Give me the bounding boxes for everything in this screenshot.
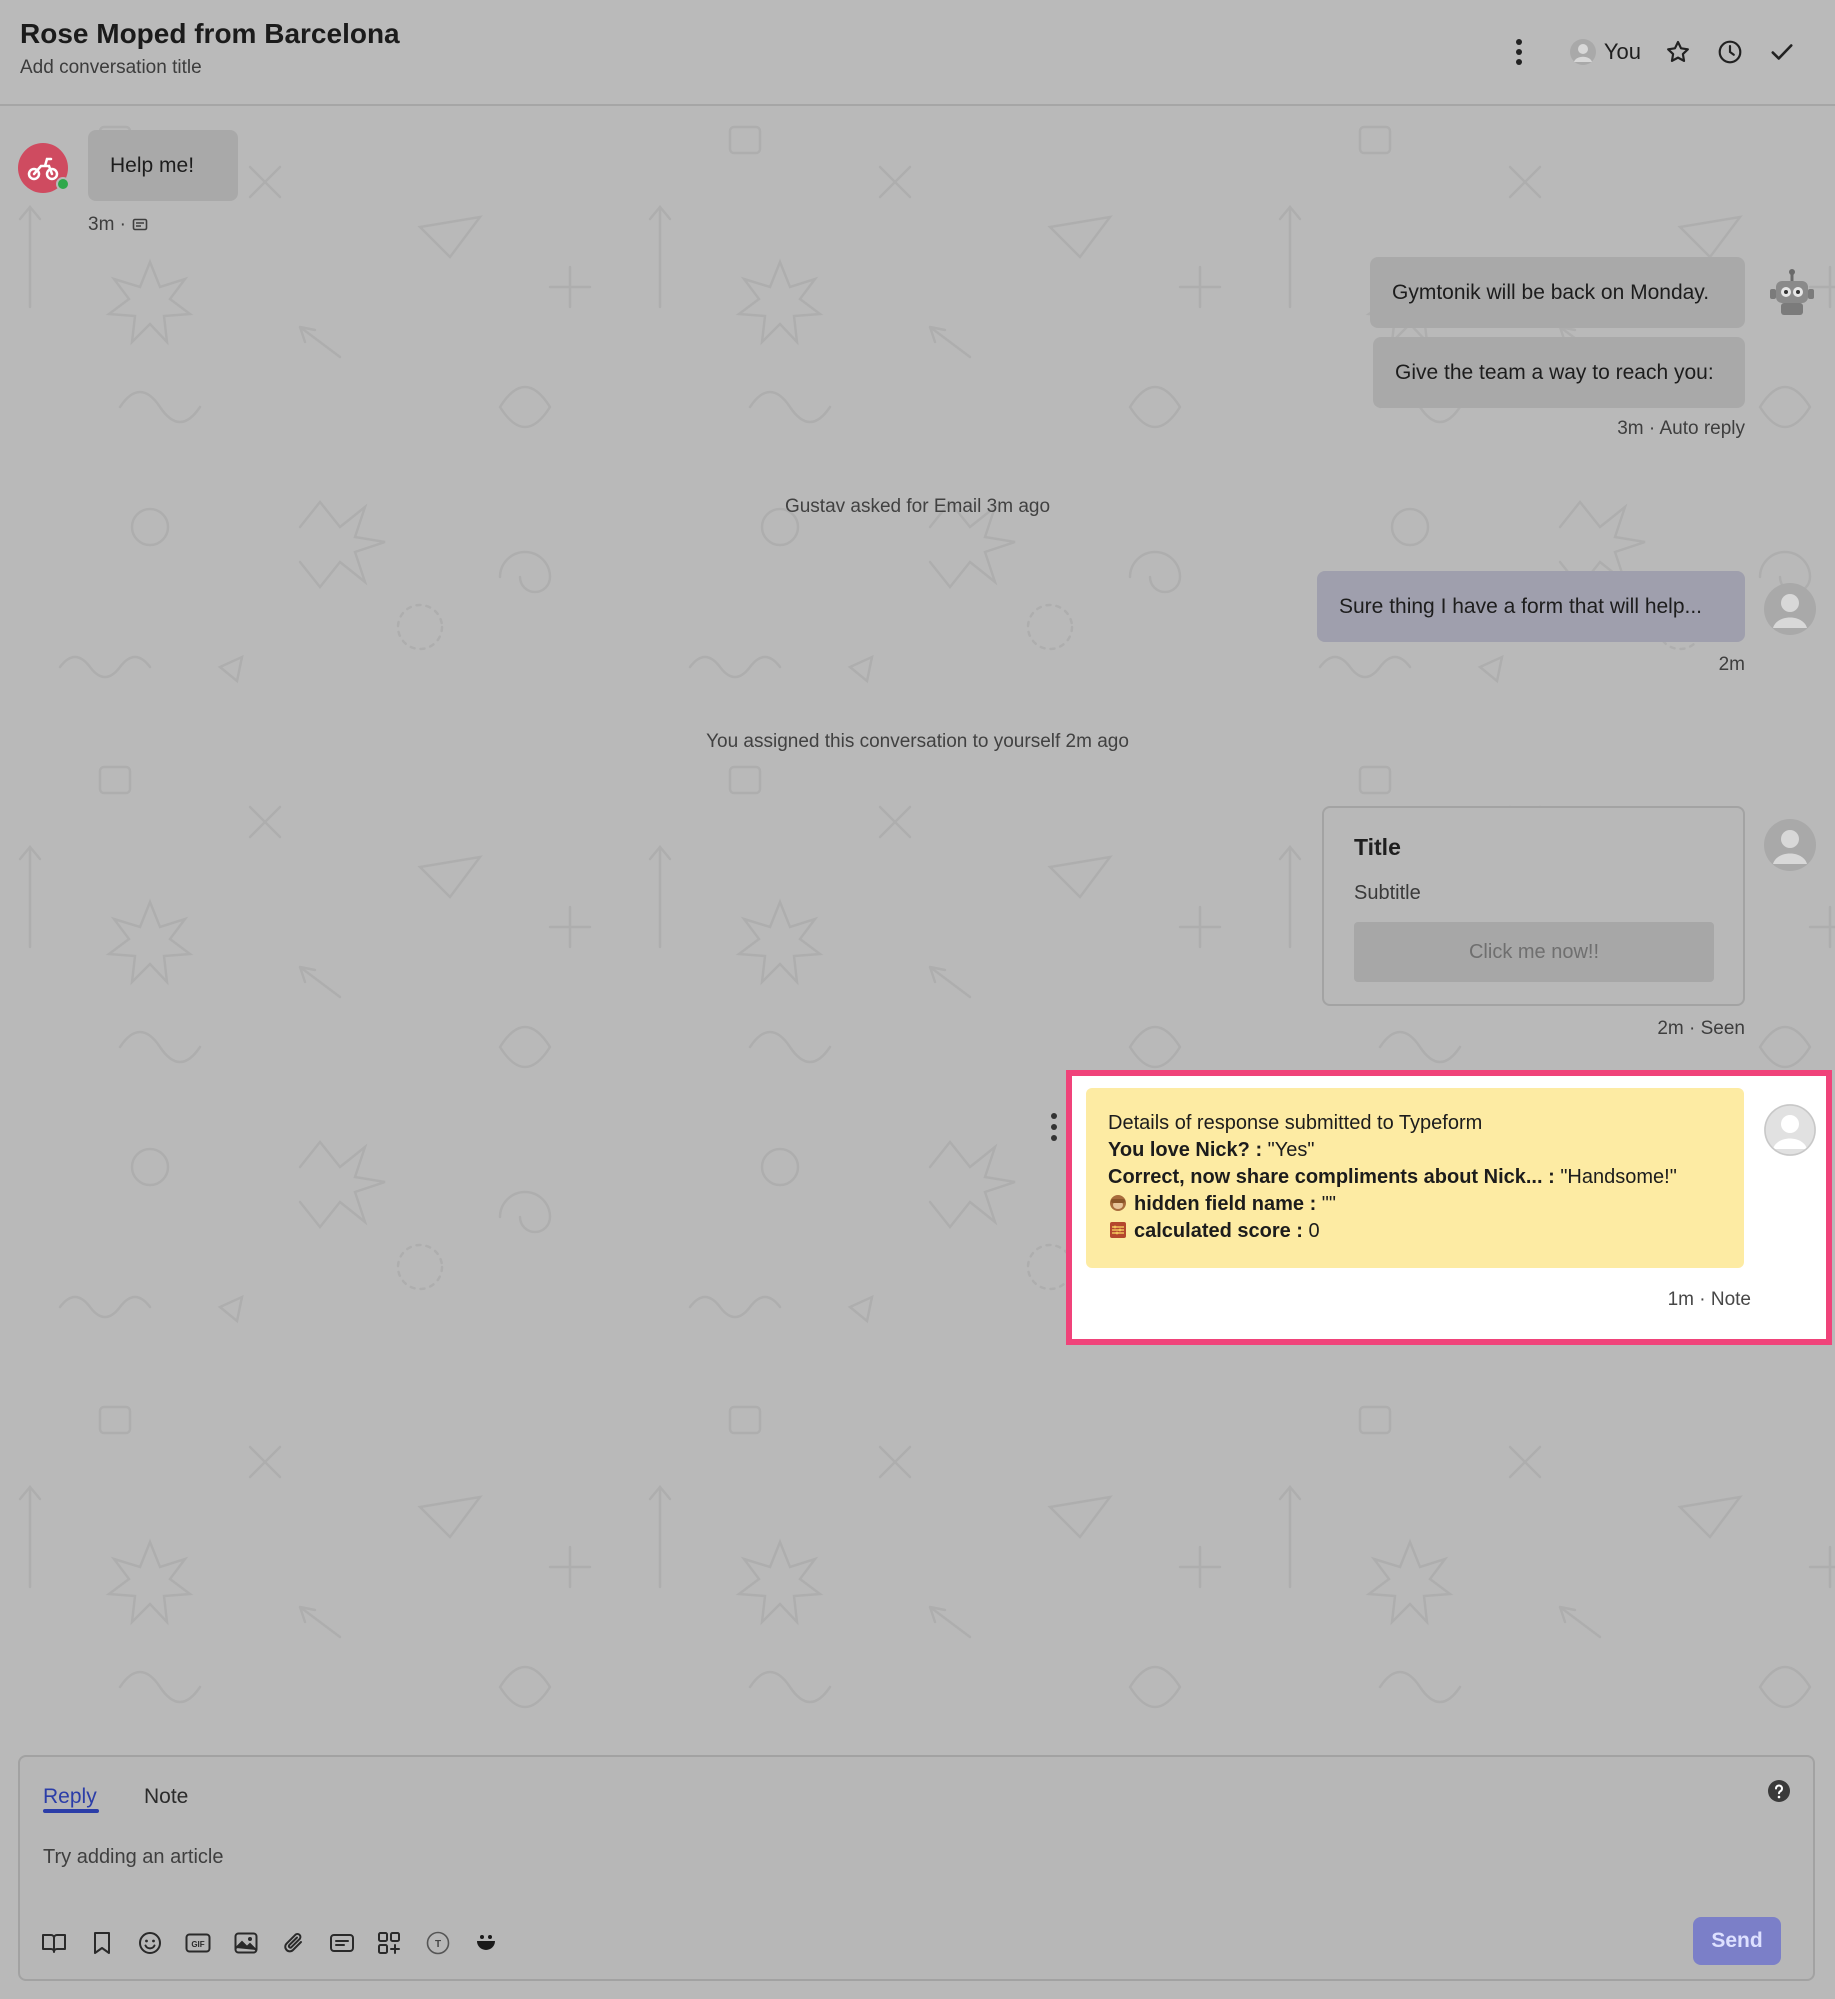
card-title: Title — [1354, 834, 1401, 860]
bookmark-icon — [94, 1932, 110, 1954]
more-options-button[interactable] — [1504, 35, 1534, 69]
note-answer-row: You love Nick? : "Yes" — [1108, 1139, 1315, 1161]
note-meta: 1m · Note — [1667, 1289, 1751, 1310]
system-event: You assigned this conversation to yourse… — [706, 731, 1129, 752]
auto-reply-message[interactable]: Give the team a way to reach you: — [1373, 337, 1745, 408]
image-icon — [234, 1932, 258, 1954]
book-icon — [42, 1934, 66, 1953]
svg-text:GIF: GIF — [191, 1940, 204, 1949]
text-format-icon: T — [426, 1931, 450, 1955]
snooze-button[interactable] — [1715, 35, 1745, 69]
customer-message-text: Help me! — [110, 153, 195, 177]
bot-avatar[interactable] — [1766, 267, 1818, 319]
user-avatar-icon — [1569, 39, 1596, 65]
auto-reply-meta: 3m · Auto reply — [1617, 418, 1745, 439]
note-answer-row: hidden field name : "" — [1108, 1191, 1722, 1218]
close-conversation-button[interactable] — [1767, 35, 1797, 69]
conversation-header: Rose Moped from Barcelona Add conversati… — [0, 0, 1835, 106]
image-button[interactable] — [232, 1929, 260, 1957]
assignee-button[interactable]: You — [1569, 39, 1641, 65]
check-icon — [1771, 44, 1793, 60]
card-meta: 2m · Seen — [1657, 1018, 1745, 1039]
tab-reply[interactable]: Reply — [43, 1785, 97, 1809]
agent-message-meta: 2m — [1718, 654, 1745, 675]
customer-message-meta: 3m · — [88, 214, 148, 236]
header-actions: You — [1504, 34, 1797, 70]
gif-button[interactable]: GIF — [184, 1929, 212, 1957]
system-event: Gustav asked for Email 3m ago — [784, 496, 1051, 517]
smile-face-icon — [477, 1935, 495, 1950]
star-icon — [1667, 40, 1689, 62]
macro-button[interactable] — [472, 1929, 500, 1957]
saved-reply-button[interactable] — [88, 1929, 116, 1957]
auto-reply-message[interactable]: Gymtonik will be back on Monday. — [1370, 257, 1745, 328]
message-card: Title Subtitle Click me now!! — [1322, 806, 1745, 1006]
send-button[interactable]: Send — [1693, 1917, 1781, 1965]
ticket-button[interactable] — [328, 1929, 356, 1957]
customer-message[interactable]: Help me! — [88, 130, 238, 201]
paperclip-icon — [284, 1933, 302, 1953]
note-more-options-icon[interactable] — [1048, 1112, 1060, 1142]
conversation-stream[interactable]: Help me! 3m · Gymtonik will be back on M… — [0, 107, 1835, 1752]
star-button[interactable] — [1663, 35, 1693, 69]
conversation-name: Rose Moped from Barcelona — [20, 18, 400, 49]
tab-note[interactable]: Note — [144, 1785, 188, 1809]
insert-article-button[interactable] — [40, 1929, 68, 1957]
note-answer-row: Correct, now share compliments about Nic… — [1108, 1166, 1677, 1188]
emoji-icon — [139, 1932, 161, 1954]
composer-toolbar: GIF T — [40, 1929, 500, 1957]
online-status-dot — [56, 177, 70, 191]
message-input[interactable] — [43, 1837, 1743, 1877]
card-action-button[interactable]: Click me now!! — [1354, 922, 1714, 982]
abacus-icon — [1110, 1222, 1126, 1238]
svg-text:T: T — [435, 1939, 441, 1950]
see-no-evil-monkey-icon — [1110, 1195, 1126, 1211]
moped-icon — [27, 157, 59, 181]
active-tab-indicator — [43, 1809, 99, 1813]
assignee-name: You — [1603, 39, 1641, 64]
note-heading: Details of response submitted to Typefor… — [1108, 1112, 1483, 1134]
agent-avatar[interactable] — [1764, 1104, 1816, 1156]
agent-message[interactable]: Sure thing I have a form that will help.… — [1317, 571, 1745, 642]
highlighted-note-region: Details of response submitted to Typefor… — [1066, 1070, 1832, 1345]
add-conversation-title[interactable]: Add conversation title — [20, 57, 202, 79]
emoji-button[interactable] — [136, 1929, 164, 1957]
clock-icon — [1718, 40, 1742, 64]
apps-button[interactable] — [376, 1929, 404, 1957]
attachment-button[interactable] — [280, 1929, 308, 1957]
reply-composer: Reply Note GIF T Send — [18, 1755, 1815, 1981]
ticket-icon — [330, 1934, 354, 1952]
more-vertical-icon — [1515, 39, 1522, 65]
agent-avatar[interactable] — [1764, 819, 1816, 871]
text-format-button[interactable]: T — [424, 1929, 452, 1957]
help-icon[interactable] — [1767, 1779, 1791, 1803]
typeform-note[interactable]: Details of response submitted to Typefor… — [1086, 1088, 1744, 1268]
gif-icon: GIF — [185, 1933, 211, 1953]
seen-receipt-icon — [132, 218, 148, 231]
agent-avatar[interactable] — [1764, 583, 1816, 635]
card-subtitle: Subtitle — [1354, 882, 1421, 904]
customer-avatar[interactable] — [18, 143, 70, 193]
apps-add-icon — [378, 1932, 400, 1954]
note-answer-row: calculated score : 0 — [1108, 1218, 1722, 1245]
